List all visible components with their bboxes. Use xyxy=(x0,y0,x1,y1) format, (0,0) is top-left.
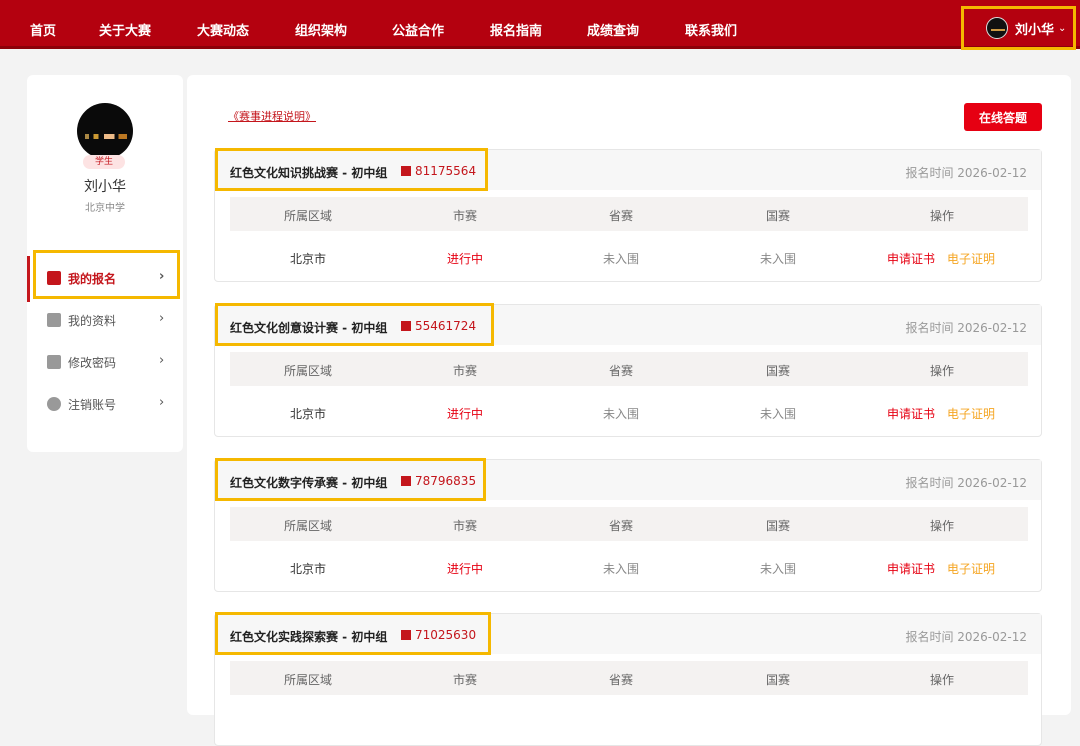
profile-school: 北京中学 xyxy=(85,203,125,214)
city-status: 进行中 xyxy=(446,407,483,421)
nav-charity[interactable]: 公益合作 xyxy=(392,20,444,39)
nav-home[interactable]: 首页 xyxy=(30,20,56,39)
highlight-box xyxy=(33,250,180,299)
col-national: 国赛 xyxy=(765,364,790,378)
col-city: 市赛 xyxy=(452,209,477,223)
sidebar-item-cancel-account[interactable]: 注销账号 › xyxy=(27,386,183,422)
chevron-down-icon: ⌄ xyxy=(1058,22,1067,34)
apply-certificate-link[interactable]: 申请证书 xyxy=(887,405,935,422)
nav-news[interactable]: 大赛动态 xyxy=(197,20,249,39)
sidebar-item-label: 我的资料 xyxy=(68,313,117,328)
profile-avatar xyxy=(77,103,133,159)
lock-icon xyxy=(47,355,61,369)
col-action: 操作 xyxy=(929,364,954,378)
province-status: 未入围 xyxy=(602,562,639,576)
progress-explanation-link[interactable]: 《赛事进程说明》 xyxy=(228,108,316,124)
power-icon xyxy=(47,397,61,411)
col-national: 国赛 xyxy=(765,673,790,687)
col-national: 国赛 xyxy=(765,209,790,223)
col-region: 所属区域 xyxy=(283,673,332,687)
national-status: 未入围 xyxy=(759,252,796,266)
registration-time: 报名时间 2026-02-12 xyxy=(905,476,1027,490)
col-province: 省赛 xyxy=(608,519,633,533)
e-proof-link[interactable]: 电子证明 xyxy=(947,405,995,422)
nav-organization[interactable]: 组织架构 xyxy=(295,20,347,39)
province-status: 未入围 xyxy=(602,407,639,421)
highlight-box xyxy=(215,458,486,501)
region-value: 北京市 xyxy=(289,407,326,421)
chevron-right-icon: › xyxy=(159,395,165,410)
online-answer-button[interactable]: 在线答题 xyxy=(964,103,1042,131)
e-proof-link[interactable]: 电子证明 xyxy=(947,560,995,577)
sidebar-item-label: 修改密码 xyxy=(68,355,117,370)
col-region: 所属区域 xyxy=(283,209,332,223)
registration-card: 红色文化数字传承赛 - 初中组 78796835 报名时间 2026-02-12… xyxy=(214,458,1042,592)
sidebar-item-change-password[interactable]: 修改密码 › xyxy=(27,344,183,380)
profile-card-icon xyxy=(47,313,61,327)
col-action: 操作 xyxy=(929,209,954,223)
highlight-box xyxy=(215,612,491,655)
apply-certificate-link[interactable]: 申请证书 xyxy=(887,560,935,577)
highlight-box xyxy=(215,303,494,346)
col-region: 所属区域 xyxy=(283,364,332,378)
registration-card: 红色文化实践探索赛 - 初中组 71025630 报名时间 2026-02-12… xyxy=(214,612,1042,746)
col-national: 国赛 xyxy=(765,519,790,533)
province-status: 未入围 xyxy=(602,252,639,266)
registration-time: 报名时间 2026-02-12 xyxy=(905,321,1027,335)
sidebar-item-label: 注销账号 xyxy=(68,397,117,412)
col-province: 省赛 xyxy=(608,209,633,223)
registration-time: 报名时间 2026-02-12 xyxy=(905,166,1027,180)
highlight-box xyxy=(215,148,488,191)
nav-results[interactable]: 成绩查询 xyxy=(587,20,639,39)
nav-guide[interactable]: 报名指南 xyxy=(490,20,542,39)
e-proof-link[interactable]: 电子证明 xyxy=(947,250,995,267)
chevron-right-icon: › xyxy=(159,353,165,368)
profile-sidebar: 学生 刘小华 北京中学 我的报名 › 我的资料 › 修改密码 › 注销账号 › xyxy=(27,75,183,452)
registration-time: 报名时间 2026-02-12 xyxy=(905,630,1027,644)
main-panel: 《赛事进程说明》 在线答题 红色文化知识挑战赛 - 初中组 81175564 报… xyxy=(187,75,1071,746)
col-city: 市赛 xyxy=(452,673,477,687)
registration-card: 红色文化知识挑战赛 - 初中组 81175564 报名时间 2026-02-12… xyxy=(214,148,1042,282)
profile-name: 刘小华 xyxy=(84,179,126,195)
col-city: 市赛 xyxy=(452,519,477,533)
user-name: 刘小华 xyxy=(1015,22,1055,38)
col-province: 省赛 xyxy=(608,673,633,687)
col-province: 省赛 xyxy=(608,364,633,378)
role-badge: 学生 xyxy=(83,155,125,169)
col-action: 操作 xyxy=(929,519,954,533)
avatar xyxy=(986,17,1008,39)
national-status: 未入围 xyxy=(759,407,796,421)
apply-certificate-link[interactable]: 申请证书 xyxy=(887,250,935,267)
region-value: 北京市 xyxy=(289,252,326,266)
national-status: 未入围 xyxy=(759,562,796,576)
col-action: 操作 xyxy=(929,673,954,687)
city-status: 进行中 xyxy=(446,252,483,266)
top-nav-bar: 首页 关于大赛 大赛动态 组织架构 公益合作 报名指南 成绩查询 联系我们 刘小… xyxy=(0,0,1080,50)
sidebar-item-my-profile[interactable]: 我的资料 › xyxy=(27,302,183,338)
region-value: 北京市 xyxy=(289,562,326,576)
chevron-right-icon: › xyxy=(159,311,165,326)
nav-contact[interactable]: 联系我们 xyxy=(685,20,737,39)
nav-about[interactable]: 关于大赛 xyxy=(99,20,151,39)
city-status: 进行中 xyxy=(446,562,483,576)
registration-card: 红色文化创意设计赛 - 初中组 55461724 报名时间 2026-02-12… xyxy=(214,303,1042,437)
col-city: 市赛 xyxy=(452,364,477,378)
user-menu[interactable]: 刘小华 ⌄ xyxy=(961,6,1076,50)
col-region: 所属区域 xyxy=(283,519,332,533)
